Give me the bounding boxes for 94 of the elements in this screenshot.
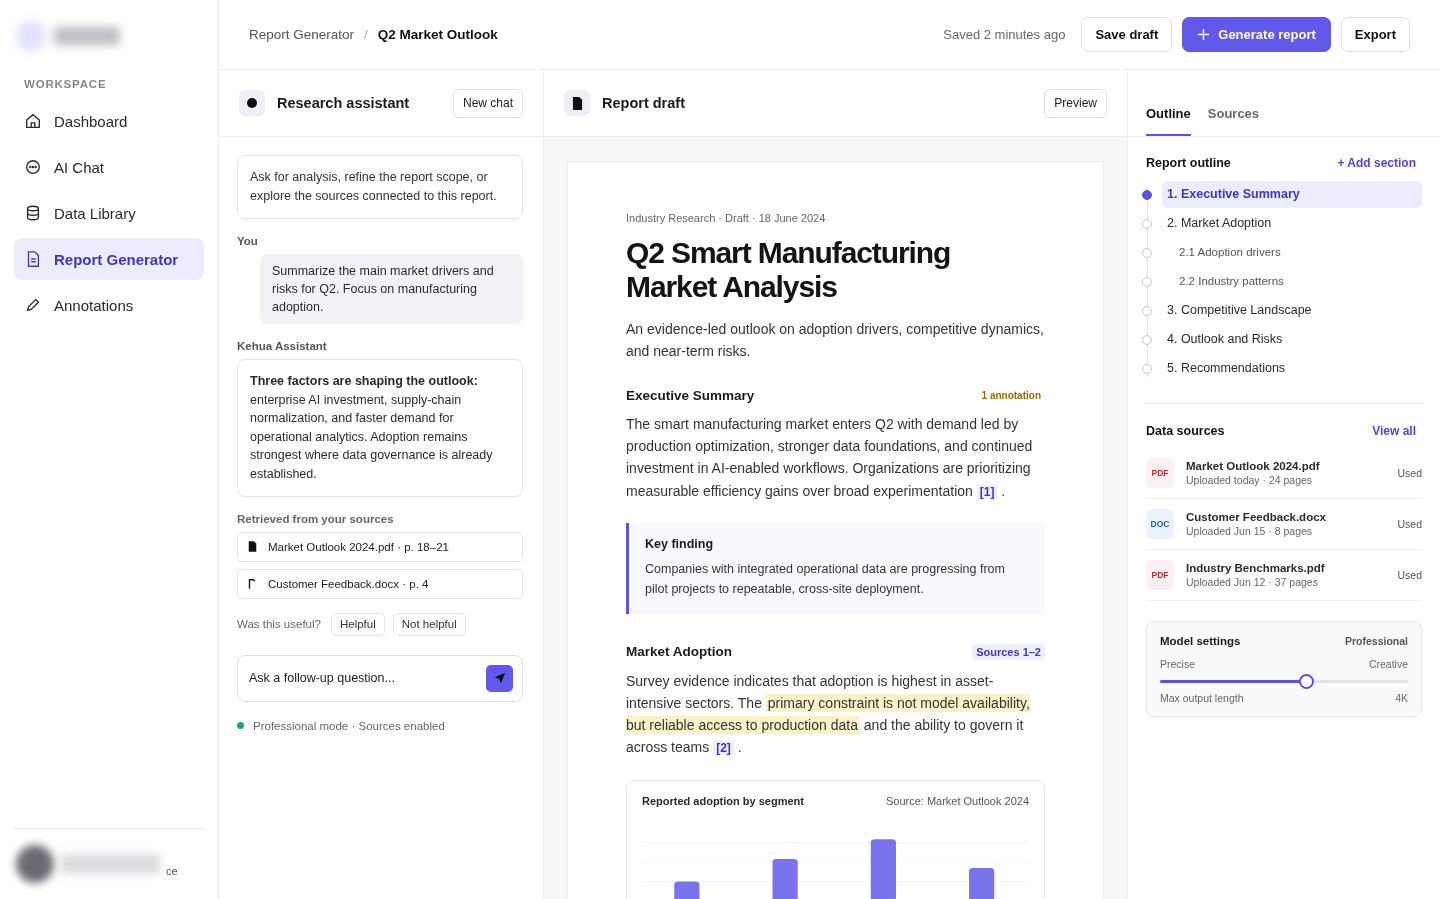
view-all-link[interactable]: View all (1372, 424, 1416, 438)
file-name[interactable]: Industry Benchmarks.pdf (1186, 562, 1386, 574)
chat-icon (24, 158, 42, 176)
slider-min-label: Precise (1160, 658, 1195, 670)
section-paragraph: The smart manufacturing market enters Q2 with demand led by production optimization, stronger data foundations, and continued investment in AI-enabled workflows. Organizations are prioritizing measurable efficiency gains over broad experimentation [1] . (626, 415, 1034, 501)
chart-title: Reported adoption by segment (642, 794, 804, 807)
report-meta: Industry Research · Draft · 18 June 2024 (626, 212, 827, 224)
database-icon (24, 204, 42, 222)
file-type-badge: PDF (1146, 458, 1174, 488)
nav-item[interactable]: Annotations (14, 284, 204, 326)
feedback-prompt: Was this useful? (237, 618, 321, 631)
user-label: ce (166, 865, 178, 877)
save-status: Saved 2 minutes ago (943, 27, 1066, 42)
feedback-button[interactable]: Not helpful (392, 612, 466, 636)
assistant-message: Three factors are shaping the outlook: enterprise AI investment, supply-chain normalization, and faster demand for operational analytics. Adoption remains strongest where data governance is already established. (237, 359, 523, 497)
corner-icon (248, 578, 257, 590)
section-heading: Executive Summary (626, 388, 755, 403)
file-type-badge: PDF (1146, 560, 1174, 590)
outline-item[interactable]: 2. Market Adoption (1162, 210, 1422, 237)
citation-link[interactable]: [2] (713, 741, 734, 756)
slider-thumb[interactable] (1299, 674, 1315, 689)
outline-item[interactable]: 3. Competitive Landscape (1162, 297, 1422, 324)
file-status: Used (1397, 569, 1422, 581)
status-text: Professional mode · Sources enabled (253, 719, 445, 732)
settings-title: Model settings (1160, 635, 1241, 647)
mode-label: Professional (1344, 635, 1408, 647)
report-title: Q2 Smart Manufacturing Market Analysis (626, 236, 952, 304)
blurred-avatar (16, 845, 54, 883)
slider-max-label: Creative (1368, 658, 1408, 670)
file-icon (248, 541, 257, 553)
outline-item[interactable]: 1. Executive Summary (1162, 181, 1422, 208)
outline-heading: Report outline (1146, 156, 1231, 170)
callout-title: Key finding (645, 536, 715, 551)
outline-item[interactable]: 2.1 Adoption drivers (1162, 239, 1422, 266)
outline-item[interactable]: 4. Outlook and Risks (1162, 326, 1422, 353)
section-heading: Market Adoption (626, 644, 732, 660)
preview-button[interactable]: Preview (1044, 88, 1107, 118)
nav-item[interactable]: Dashboard (14, 100, 204, 142)
chart-bar (969, 867, 995, 899)
nav-item[interactable]: Report Generator (14, 238, 204, 280)
outline-item[interactable]: 2.2 Industry patterns (1162, 268, 1422, 295)
source-link[interactable]: Customer Feedback.docx · p. 4 (237, 568, 523, 599)
file-meta: Uploaded today · 24 pages (1186, 474, 1314, 486)
file-name[interactable]: Customer Feedback.docx (1186, 511, 1386, 523)
report-subtitle: An evidence-led outlook on adoption drivers, competitive dynamics, and near-term risks. (626, 320, 1045, 361)
follow-up-input[interactable]: Ask a follow-up question... (238, 655, 486, 701)
new-chat-button[interactable]: New chat (452, 88, 523, 118)
section-paragraph: Survey evidence indicates that adoption is highest in asset-intensive sectors. The primary constraint is not model availability, but reliable access to production data and the ability to govern it across teams [2] . (626, 671, 1031, 758)
panel-title: Research assistant (277, 95, 410, 111)
setting-label: Max output length (1160, 692, 1244, 704)
feedback-button[interactable]: Helpful (330, 612, 385, 636)
chart-source: Source: Market Outlook 2024 (885, 794, 1029, 807)
document-icon (564, 90, 590, 116)
sender-label: You (237, 235, 259, 247)
sender-label: Kehua Assistant (237, 340, 328, 352)
citation-link[interactable]: [1] (976, 484, 998, 499)
setting-value: 4K (1395, 692, 1408, 704)
file-status: Used (1397, 467, 1422, 479)
pencil-icon (24, 296, 42, 314)
header-button[interactable]: Generate report (1182, 17, 1331, 52)
breadcrumb-link[interactable]: Report Generator (249, 27, 355, 42)
status-dot (237, 722, 244, 730)
chart-bar (870, 838, 896, 899)
chart-bar (772, 858, 798, 899)
nav-item[interactable]: AI Chat (14, 146, 204, 188)
panel-title: Report draft (602, 95, 685, 111)
home-icon (24, 112, 42, 130)
file-type-badge: DOC (1146, 509, 1174, 539)
nav-item[interactable]: Data Library (14, 192, 204, 234)
breadcrumb-separator: / (364, 27, 368, 42)
section-tag[interactable]: 1 annotation (977, 388, 1045, 403)
file-meta: Uploaded Jun 15 · 8 pages (1186, 525, 1314, 537)
breadcrumb-link[interactable]: Q2 Market Outlook (377, 27, 498, 42)
header-button[interactable]: Export (1340, 17, 1410, 52)
sources-label: Retrieved from your sources (237, 512, 395, 525)
callout-text: Companies with integrated operational data are progressing from pilot projects to repeatable, cross-site deployment. (645, 560, 1006, 599)
panel-tab[interactable]: Outline (1146, 106, 1191, 136)
file-name[interactable]: Market Outlook 2024.pdf (1186, 460, 1386, 472)
file-meta: Uploaded Jun 12 · 37 pages (1186, 576, 1319, 588)
intro-message: Ask for analysis, refine the report scope, or explore the sources connected to this report. (237, 155, 523, 219)
follow-up-field[interactable]: Ask a follow-up question... (237, 654, 523, 702)
plus-icon (1197, 28, 1211, 41)
add-section-link[interactable]: + Add section (1337, 156, 1416, 170)
bot-icon (239, 90, 265, 116)
section-tag[interactable]: Sources 1–2 (972, 643, 1045, 660)
outline-item[interactable]: 5. Recommendations (1162, 355, 1422, 382)
panel-tab[interactable]: Sources (1207, 106, 1260, 136)
file-status: Used (1397, 518, 1422, 530)
section-label: WORKSPACE (24, 78, 108, 90)
user-message: Summarize the main market drivers and risks for Q2. Focus on manufacturing adoption. (260, 254, 523, 324)
source-link[interactable]: Market Outlook 2024.pdf · p. 18–21 (237, 531, 523, 562)
sources-heading: Data sources (1146, 424, 1225, 438)
send-button[interactable] (486, 664, 513, 692)
header-button[interactable]: Save draft (1081, 17, 1173, 52)
